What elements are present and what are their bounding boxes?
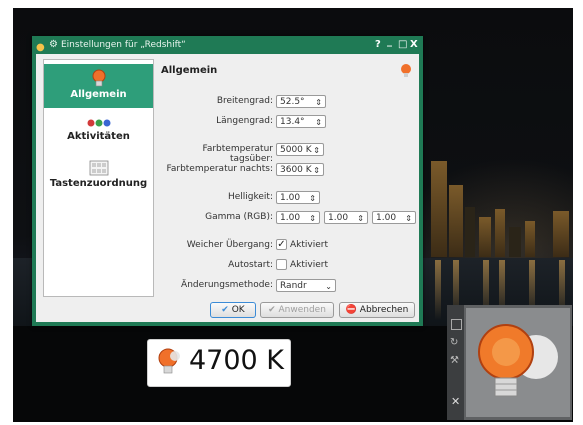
spin-arrows-icon[interactable]: ⇕ — [315, 96, 322, 109]
redshift-bulb-icon — [401, 64, 411, 77]
building — [479, 217, 491, 257]
close-button[interactable]: X — [410, 36, 418, 54]
check-icon: ✔ — [221, 305, 229, 315]
brightness-label: Helligkeit: — [227, 192, 273, 202]
general-page: Allgemein Breitengrad: 52.5° ⇕ Längengra… — [160, 54, 418, 322]
rotate-icon[interactable]: ↻ — [450, 337, 458, 348]
spin-arrows-icon[interactable]: ⇕ — [313, 164, 320, 177]
ok-button[interactable]: ✔ OK — [210, 302, 256, 318]
spin-arrows-icon[interactable]: ⇕ — [315, 116, 322, 129]
cancel-icon: ⛔ — [345, 305, 357, 315]
wrench-icon[interactable]: ⚒ — [450, 355, 459, 366]
latitude-label: Breitengrad: — [216, 96, 273, 106]
page-list: Allgemein Aktivitäten Tastenzuordnung — [43, 59, 154, 297]
ok-label: OK — [231, 305, 245, 315]
night-temperature-spinbox[interactable]: 3600 K ⇕ — [276, 163, 324, 176]
sidebar-item-label: Aktivitäten — [67, 131, 130, 142]
gamma-green-spinbox[interactable]: 1.00 ⇕ — [324, 211, 368, 224]
redshift-plasmoid[interactable]: ↻ ⚒ ✕ — [447, 305, 572, 420]
building — [525, 221, 535, 257]
resize-icon[interactable] — [451, 319, 462, 330]
keyboard-icon — [89, 160, 108, 176]
method-value: Randr — [280, 281, 307, 291]
light-reflection — [435, 260, 441, 320]
help-button[interactable]: ? — [375, 36, 381, 54]
spin-arrows-icon[interactable]: ⇕ — [309, 212, 316, 225]
applet-handle[interactable]: ↻ ⚒ ✕ — [447, 305, 464, 420]
apply-button[interactable]: ✔ Anwenden — [260, 302, 334, 318]
redshift-bulb-icon — [478, 324, 558, 397]
redshift-bulb-icon — [158, 348, 180, 374]
building — [431, 161, 447, 257]
close-icon[interactable]: ✕ — [451, 395, 460, 408]
apply-label: Anwenden — [278, 305, 326, 315]
day-temperature-label: Farbtemperatur tagsüber: — [202, 144, 273, 164]
day-temperature-spinbox[interactable]: 5000 K ⇕ — [276, 143, 324, 156]
building — [495, 209, 505, 257]
applet-body — [466, 308, 570, 417]
check-icon: ✔ — [268, 305, 276, 315]
longitude-value: 13.4° — [280, 117, 305, 127]
gamma-blue-spinbox[interactable]: 1.00 ⇕ — [372, 211, 416, 224]
settings-dialog: ● ⚙ Einstellungen für „Redshift“ ? _ □ X… — [32, 36, 423, 326]
spin-arrows-icon[interactable]: ⇕ — [309, 192, 316, 205]
cancel-button[interactable]: ⛔ Abbrechen — [339, 302, 415, 318]
gamma-green-value: 1.00 — [328, 213, 349, 223]
night-temperature-label: Farbtemperatur nachts: — [166, 164, 274, 174]
sidebar-item-label: Tastenzuordnung — [49, 178, 148, 189]
dialog-body: Allgemein Aktivitäten Tastenzuordnung Al… — [36, 54, 419, 322]
activities-icon — [87, 119, 110, 127]
smooth-transition-checkbox[interactable]: ✓ Aktiviert — [276, 239, 328, 250]
autostart-checkbox[interactable]: Aktiviert — [276, 259, 328, 270]
checkbox-checked[interactable]: ✓ — [276, 239, 287, 250]
latitude-spinbox[interactable]: 52.5° ⇕ — [276, 95, 326, 108]
sidebar-item-label: Allgemein — [70, 89, 127, 100]
chevron-down-icon[interactable]: ⌄ — [325, 280, 332, 293]
building — [465, 207, 475, 257]
titlebar[interactable]: ● ⚙ Einstellungen für „Redshift“ ? _ □ X — [32, 36, 423, 54]
cancel-label: Abbrechen — [359, 305, 409, 315]
gear-icon: ⚙ — [49, 39, 58, 50]
night-temperature-value: 3600 K — [280, 165, 312, 175]
spin-arrows-icon[interactable]: ⇕ — [405, 212, 412, 225]
latitude-value: 52.5° — [280, 97, 305, 107]
gamma-label: Gamma (RGB): — [205, 212, 273, 222]
longitude-label: Längengrad: — [216, 116, 273, 126]
autostart-value: Aktiviert — [290, 259, 328, 270]
temperature-osd: 4700 K — [147, 339, 291, 387]
autostart-label: Autostart: — [228, 260, 273, 270]
maximize-button[interactable]: □ — [398, 36, 407, 54]
method-select[interactable]: Randr ⌄ — [276, 279, 336, 292]
redshift-bulb-icon — [92, 69, 105, 87]
spin-arrows-icon[interactable]: ⇕ — [313, 144, 320, 157]
minimize-button[interactable]: _ — [387, 33, 392, 51]
sidebar-item-tastenzuordnung[interactable]: Tastenzuordnung — [44, 160, 153, 198]
method-label: Änderungsmethode: — [181, 280, 273, 290]
sidebar-item-allgemein[interactable]: Allgemein — [44, 64, 153, 108]
smooth-transition-value: Aktiviert — [290, 239, 328, 250]
window-title: Einstellungen für „Redshift“ — [61, 40, 186, 50]
day-temperature-value: 5000 K — [280, 145, 312, 155]
gamma-red-spinbox[interactable]: 1.00 ⇕ — [276, 211, 320, 224]
smooth-transition-label: Weicher Übergang: — [186, 240, 273, 250]
longitude-spinbox[interactable]: 13.4° ⇕ — [276, 115, 326, 128]
building — [509, 227, 521, 257]
brightness-spinbox[interactable]: 1.00 ⇕ — [276, 191, 320, 204]
sidebar-item-aktivitaeten[interactable]: Aktivitäten — [44, 118, 153, 158]
building — [553, 211, 569, 257]
gamma-red-value: 1.00 — [280, 213, 301, 223]
building — [449, 185, 463, 257]
brightness-value: 1.00 — [280, 193, 301, 203]
checkbox-unchecked[interactable] — [276, 259, 287, 270]
gamma-blue-value: 1.00 — [376, 213, 397, 223]
spin-arrows-icon[interactable]: ⇕ — [357, 212, 364, 225]
osd-temperature-value: 4700 K — [189, 345, 285, 376]
page-title: Allgemein — [161, 65, 218, 76]
